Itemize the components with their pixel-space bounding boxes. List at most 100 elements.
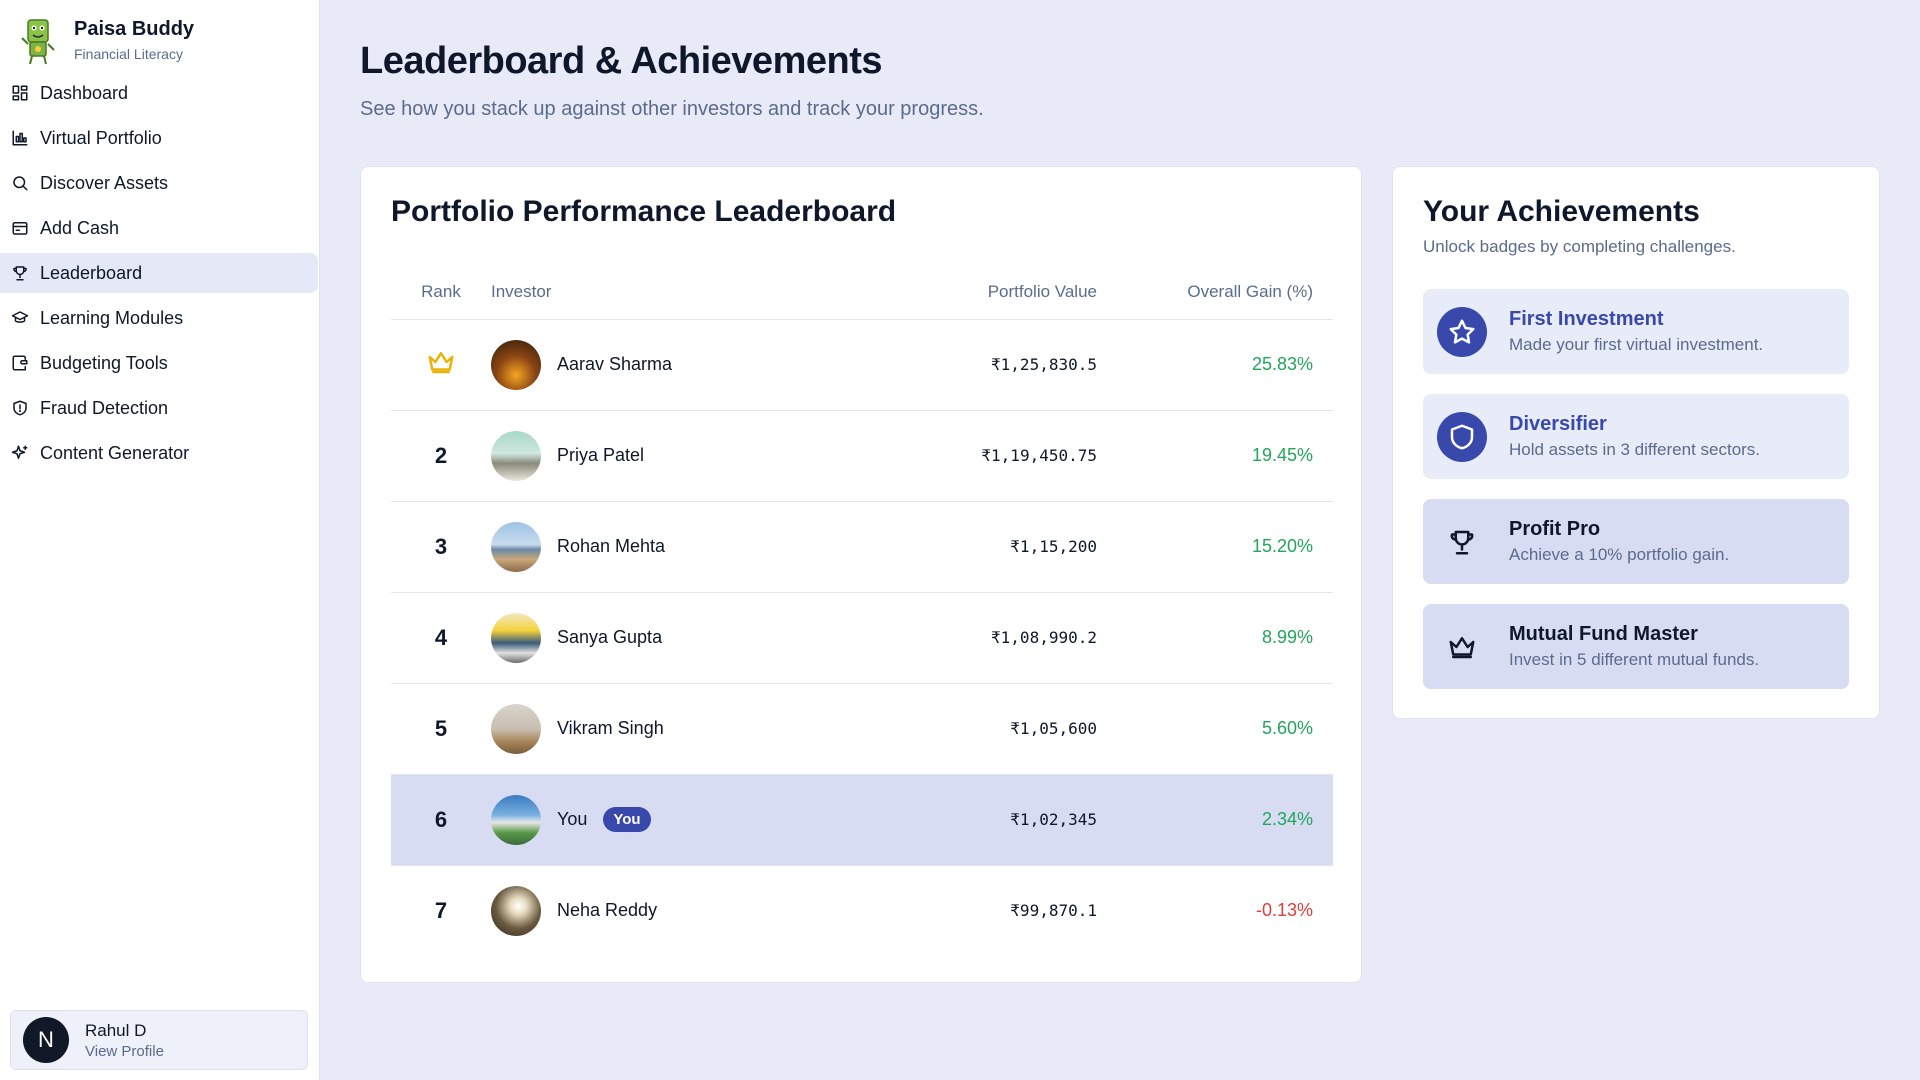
achievement-diversifier[interactable]: Diversifier Hold assets in 3 different s… — [1423, 394, 1849, 479]
achievement-name: Profit Pro — [1509, 518, 1601, 540]
crown-icon — [1437, 622, 1487, 672]
column-header-overall-gain: Overall Gain (%) — [1097, 265, 1333, 320]
achievement-desc: Invest in 5 different mutual funds. — [1509, 650, 1760, 669]
rank-number: 5 — [434, 715, 448, 741]
sidebar-item-label: Budgeting Tools — [40, 352, 168, 373]
page-subtitle: See how you stack up against other inves… — [360, 98, 984, 120]
achievement-name: Diversifier — [1509, 413, 1607, 435]
achievements-subtitle: Unlock badges by completing challenges. — [1423, 237, 1736, 256]
table-row-you[interactable]: 6 You You ₹1,02,345 2.34% — [391, 774, 1333, 866]
budget-wallet-icon — [10, 353, 30, 373]
avatar — [491, 521, 541, 572]
investor-name: Neha Reddy — [557, 900, 658, 921]
sidebar-item-label: Fraud Detection — [40, 397, 169, 418]
leaderboard-card: Portfolio Performance Leaderboard Rank I… — [360, 166, 1362, 983]
trophy-icon — [10, 263, 30, 283]
leaderboard-title: Portfolio Performance Leaderboard — [391, 195, 897, 228]
rank-number: 4 — [434, 624, 448, 650]
achievement-desc: Made your first virtual investment. — [1509, 335, 1764, 354]
sidebar-item-label: Add Cash — [40, 217, 120, 238]
investor-name: You — [557, 809, 588, 829]
sparkles-icon — [10, 443, 30, 463]
profile-name: Rahul D — [85, 1020, 147, 1040]
avatar — [491, 612, 541, 663]
sidebar-item-label: Discover Assets — [40, 172, 169, 193]
sidebar-item-budgeting-tools[interactable]: Budgeting Tools — [0, 343, 318, 383]
sidebar-item-leaderboard[interactable]: Leaderboard — [0, 253, 318, 293]
sidebar-item-dashboard[interactable]: Dashboard — [0, 73, 318, 113]
sidebar: Paisa Buddy Financial Literacy Dashboard… — [0, 0, 320, 1080]
investor-name: Vikram Singh — [557, 718, 664, 738]
rank-number: 2 — [434, 442, 448, 468]
trophy-icon — [1437, 517, 1487, 567]
column-header-rank: Rank — [391, 265, 491, 320]
achievement-name: Mutual Fund Master — [1509, 623, 1698, 645]
crown-icon — [426, 352, 456, 381]
avatar — [491, 703, 541, 754]
achievement-profit-pro[interactable]: Profit Pro Achieve a 10% portfolio gain. — [1423, 499, 1849, 584]
brand-logo — [21, 19, 55, 65]
dashboard-icon — [10, 83, 30, 103]
gain-percent: 5.60% — [1261, 718, 1313, 738]
investor-name: Aarav Sharma — [557, 354, 673, 374]
achievement-mutual-fund-master[interactable]: Mutual Fund Master Invest in 5 different… — [1423, 604, 1849, 689]
avatar — [491, 430, 541, 481]
achievement-desc: Hold assets in 3 different sectors. — [1509, 440, 1761, 459]
table-row[interactable]: 5 Vikram Singh ₹1,05,600 5.60% — [391, 683, 1333, 775]
gain-percent: -0.13% — [1255, 900, 1313, 921]
shield-icon — [1437, 411, 1487, 462]
avatar — [491, 885, 541, 936]
sidebar-item-label: Learning Modules — [40, 307, 184, 328]
view-profile-link[interactable]: View Profile — [85, 1043, 164, 1060]
sidebar-item-content-generator[interactable]: Content Generator — [0, 433, 318, 473]
shield-icon — [10, 398, 30, 418]
table-header-row: Rank Investor Portfolio Value Overall Ga… — [391, 265, 1333, 320]
sidebar-item-add-cash[interactable]: Add Cash — [0, 208, 318, 248]
portfolio-value: ₹1,15,200 — [1010, 536, 1097, 556]
graduation-cap-icon — [10, 308, 30, 328]
portfolio-value: ₹1,02,345 — [1010, 809, 1097, 829]
portfolio-value: ₹1,25,830.5 — [991, 354, 1097, 374]
rank-number: 7 — [434, 897, 448, 923]
sidebar-item-virtual-portfolio[interactable]: Virtual Portfolio — [0, 118, 318, 158]
sidebar-nav: Dashboard Virtual Portfolio Discover Ass… — [0, 73, 320, 478]
profile-card[interactable]: N Rahul D View Profile — [10, 1010, 308, 1070]
you-badge: You — [603, 807, 651, 832]
table-row[interactable]: 3 Rohan Mehta ₹1,15,200 15.20% — [391, 501, 1333, 593]
sidebar-item-label: Leaderboard — [40, 262, 143, 283]
portfolio-value: ₹1,05,600 — [1010, 718, 1097, 738]
investor-name: Sanya Gupta — [557, 627, 663, 647]
sidebar-item-label: Content Generator — [40, 442, 190, 463]
column-header-portfolio-value: Portfolio Value — [791, 265, 1097, 320]
search-icon — [10, 173, 30, 193]
brand-tagline: Financial Literacy — [74, 46, 183, 62]
brand[interactable]: Paisa Buddy Financial Literacy — [18, 14, 194, 66]
achievement-name: First Investment — [1509, 308, 1664, 330]
gain-percent: 15.20% — [1251, 536, 1313, 556]
portfolio-value: ₹1,19,450.75 — [981, 445, 1097, 465]
sidebar-item-fraud-detection[interactable]: Fraud Detection — [0, 388, 318, 428]
investor-name: Rohan Mehta — [557, 536, 666, 556]
rank-number: 6 — [434, 806, 448, 832]
column-header-investor: Investor — [491, 265, 791, 320]
achievement-first-investment[interactable]: First Investment Made your first virtual… — [1423, 289, 1849, 374]
table-row[interactable]: 7 Neha Reddy ₹99,870.1 -0.13% — [391, 865, 1333, 956]
table-row[interactable]: 4 Sanya Gupta ₹1,08,990.2 8.99% — [391, 592, 1333, 684]
avatar: N — [23, 1017, 69, 1063]
table-row[interactable]: Aarav Sharma ₹1,25,830.5 25.83% — [391, 319, 1333, 411]
avatar — [491, 339, 541, 390]
sidebar-item-learning-modules[interactable]: Learning Modules — [0, 298, 318, 338]
gain-percent: 19.45% — [1251, 445, 1313, 465]
chart-icon — [10, 128, 30, 148]
sidebar-item-discover-assets[interactable]: Discover Assets — [0, 163, 318, 203]
star-icon — [1437, 306, 1487, 357]
achievement-desc: Achieve a 10% portfolio gain. — [1509, 545, 1730, 564]
investor-name: Priya Patel — [557, 445, 645, 465]
achievements-title: Your Achievements — [1423, 195, 1700, 228]
page-title: Leaderboard & Achievements — [360, 40, 883, 82]
rank-number: 3 — [434, 533, 448, 559]
leaderboard-table: Rank Investor Portfolio Value Overall Ga… — [391, 265, 1333, 956]
achievements-card: Your Achievements Unlock badges by compl… — [1392, 166, 1880, 719]
gain-percent: 2.34% — [1261, 809, 1313, 829]
table-row[interactable]: 2 Priya Patel ₹1,19,450.75 19.45% — [391, 410, 1333, 502]
